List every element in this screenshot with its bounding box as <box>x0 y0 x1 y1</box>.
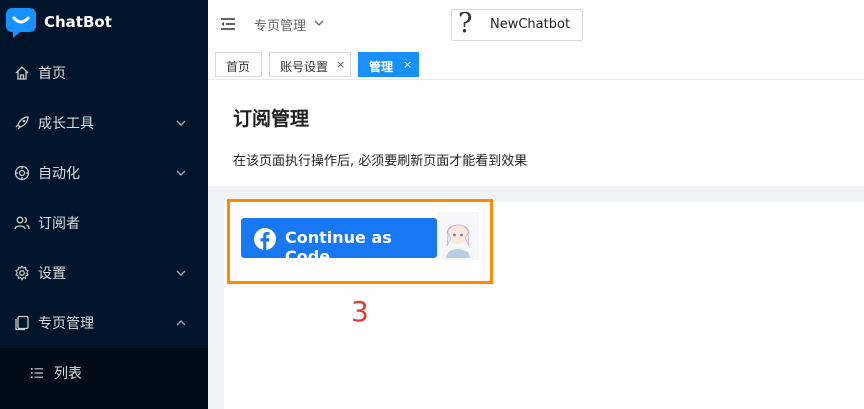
chevron-down-icon <box>176 270 186 276</box>
menu-fold-icon[interactable] <box>220 16 236 32</box>
page-description: 在该页面执行操作后, 必须要刷新页面才能看到效果 <box>233 154 528 169</box>
breadcrumb[interactable]: 专页管理 <box>254 15 306 34</box>
bot-selector[interactable]: ? NewChatbot <box>451 8 583 41</box>
sidebar-item-label: 订阅者 <box>38 216 80 232</box>
sidebar-item-home[interactable]: 首页 <box>0 48 208 98</box>
tab-label: 首页 <box>226 60 251 74</box>
sidebar-subitem-label: 列表 <box>54 366 82 382</box>
sidebar-item-growth-tools[interactable]: 成长工具 <box>0 98 208 148</box>
sidebar: ChatBot 首页 成长工具 自动化 订阅者 设置 专页管理 列表 <box>0 0 208 409</box>
annotation-number: 3 <box>351 295 369 328</box>
sidebar-item-label: 成长工具 <box>38 116 94 132</box>
pages-icon <box>15 315 29 331</box>
chat-logo-icon <box>6 8 36 38</box>
home-icon <box>15 66 29 80</box>
chevron-up-icon <box>176 320 186 326</box>
facebook-icon <box>254 228 276 250</box>
bot-name: NewChatbot <box>490 17 571 32</box>
app-name: ChatBot <box>44 13 112 31</box>
sidebar-item-label: 自动化 <box>38 166 80 182</box>
avatar <box>437 212 479 260</box>
bot-avatar: ? <box>458 8 473 39</box>
sidebar-item-subscribers[interactable]: 订阅者 <box>0 198 208 248</box>
chevron-down-icon[interactable] <box>313 17 325 29</box>
users-icon <box>14 216 30 230</box>
sidebar-item-settings[interactable]: 设置 <box>0 248 208 298</box>
list-icon <box>31 368 43 378</box>
gear-icon <box>15 265 29 281</box>
top-header: 专页管理 ? NewChatbot <box>208 0 864 48</box>
sidebar-item-page-management[interactable]: 专页管理 <box>0 298 208 348</box>
chevron-down-icon <box>176 170 186 176</box>
sidebar-item-label: 专页管理 <box>38 316 94 332</box>
chevron-down-icon <box>176 120 186 126</box>
automation-icon <box>14 165 30 181</box>
page-title: 订阅管理 <box>233 108 310 130</box>
page-header-card: 订阅管理 在该页面执行操作后, 必须要刷新页面才能看到效果 <box>208 80 864 186</box>
sidebar-item-label: 首页 <box>38 66 66 82</box>
facebook-continue-button[interactable]: Continue as Code <box>241 218 437 266</box>
tabs-bar: 首页 账号设置 × 管理 × <box>208 48 864 80</box>
sidebar-item-label: 设置 <box>38 266 66 282</box>
app-logo[interactable]: ChatBot <box>0 0 208 48</box>
tab-label: 管理 <box>369 60 394 74</box>
facebook-button-label: Continue as Code <box>285 228 392 266</box>
rocket-icon <box>15 116 29 130</box>
sidebar-item-automation[interactable]: 自动化 <box>0 148 208 198</box>
tab-account-settings[interactable]: 账号设置 × <box>269 52 351 77</box>
close-icon[interactable]: × <box>403 58 412 71</box>
anime-avatar-image <box>437 212 479 260</box>
tab-label: 账号设置 <box>280 60 329 74</box>
close-icon[interactable]: × <box>336 58 345 71</box>
tab-home[interactable]: 首页 <box>215 52 262 77</box>
sidebar-subitem-list[interactable]: 列表 <box>0 348 208 398</box>
tab-manage[interactable]: 管理 × <box>358 52 419 77</box>
